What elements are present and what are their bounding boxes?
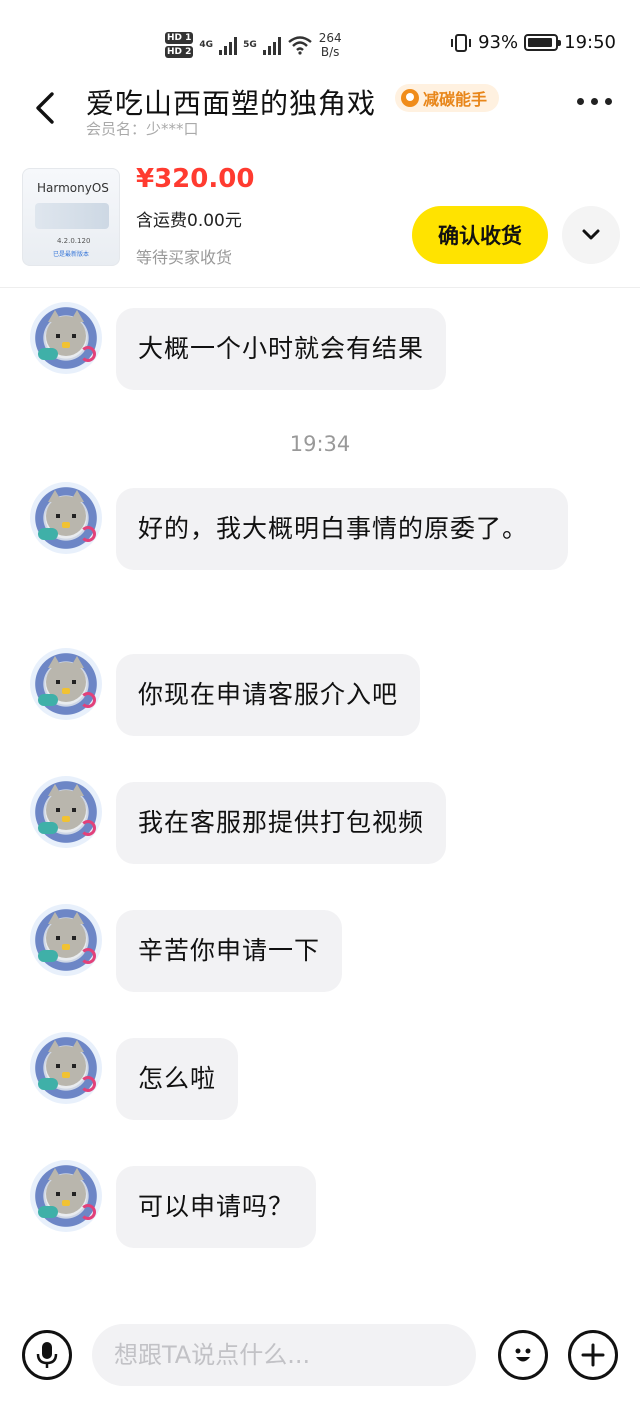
- expand-button[interactable]: [562, 206, 620, 264]
- leaf-icon: [401, 89, 419, 107]
- avatar[interactable]: [30, 482, 102, 554]
- order-card: HarmonyOS 4.2.0.120 已是最新版本 ¥320.00 含运费0.…: [0, 160, 640, 288]
- avatar[interactable]: [30, 1160, 102, 1232]
- wifi-icon: [287, 36, 312, 55]
- message-bubble[interactable]: 我在客服那提供打包视频: [116, 782, 447, 864]
- battery-percent: 93%: [478, 32, 519, 53]
- carbon-badge[interactable]: 减碳能手: [395, 84, 500, 112]
- product-thumbnail[interactable]: HarmonyOS 4.2.0.120 已是最新版本: [22, 168, 120, 266]
- message-timestamp: 19:34: [289, 432, 351, 456]
- status-right: 93% 19:50: [450, 32, 616, 53]
- message-list[interactable]: 大概一个小时就会有结果 19:34 好的，我大概明白事情的原委了。 你现在申请客…: [0, 290, 640, 1310]
- message-bubble[interactable]: 好的，我大概明白事情的原委了。: [116, 488, 568, 570]
- emoji-icon: [515, 1348, 531, 1362]
- back-button[interactable]: [28, 88, 64, 128]
- thumb-version: 4.2.0.120: [57, 237, 91, 245]
- more-actions-button[interactable]: [568, 1330, 618, 1380]
- chevron-down-icon: [582, 229, 600, 240]
- network-speed: 264 B/s: [318, 31, 342, 59]
- message-bubble[interactable]: 辛苦你申请一下: [116, 910, 343, 992]
- avatar[interactable]: [30, 648, 102, 720]
- network-type-1: 4G: [199, 40, 214, 50]
- chevron-left-icon: [36, 92, 54, 124]
- signal-icon-2: [262, 35, 281, 55]
- message-bubble[interactable]: 怎么啦: [116, 1038, 239, 1120]
- network-type-2: 5G: [243, 40, 257, 50]
- hd-indicators: HD 1 HD 2: [165, 32, 194, 58]
- mic-icon: [36, 1342, 58, 1368]
- status-bar: HD 1 HD 2 4G 5G 264 B/s 93% 19:50: [0, 0, 640, 86]
- message-bubble[interactable]: 你现在申请客服介入吧: [116, 654, 421, 736]
- thumb-subtext: 已是最新版本: [53, 251, 90, 258]
- vibrate-icon: [451, 33, 472, 52]
- status-left: HD 1 HD 2 4G 5G 264 B/s: [165, 26, 342, 64]
- price: ¥320.00: [136, 164, 255, 194]
- page-title: 爱吃山西面塑的独角戏: [86, 87, 377, 120]
- hd1-badge: HD 1: [165, 32, 194, 44]
- plus-icon: [581, 1343, 605, 1367]
- confirm-receipt-button[interactable]: 确认收货: [412, 206, 548, 264]
- avatar[interactable]: [30, 1032, 102, 1104]
- message-input[interactable]: [92, 1324, 476, 1386]
- carbon-badge-label: 减碳能手: [423, 90, 488, 109]
- signal-icon: [219, 35, 238, 55]
- input-bar: [0, 1316, 640, 1396]
- battery-icon: [524, 34, 562, 51]
- message-bubble[interactable]: 可以申请吗？: [116, 1166, 317, 1248]
- voice-button[interactable]: [22, 1330, 72, 1380]
- chat-header: 爱吃山西面塑的独角戏 减碳能手 会员名：少***口: [0, 78, 640, 148]
- hd2-badge: HD 2: [165, 46, 194, 58]
- shipping-fee: 含运费0.00元: [136, 211, 242, 231]
- thumb-os-label: HarmonyOS: [37, 181, 109, 195]
- clock: 19:50: [564, 32, 616, 53]
- member-name: 会员名：少***口: [86, 120, 199, 138]
- avatar[interactable]: [30, 904, 102, 976]
- message-bubble[interactable]: 大概一个小时就会有结果: [116, 308, 447, 390]
- avatar[interactable]: [30, 302, 102, 374]
- thumb-graphic: [35, 203, 109, 229]
- avatar[interactable]: [30, 776, 102, 848]
- order-status: 等待买家收货: [136, 248, 233, 267]
- emoji-button[interactable]: [498, 1330, 548, 1380]
- more-dots-icon[interactable]: [577, 98, 612, 105]
